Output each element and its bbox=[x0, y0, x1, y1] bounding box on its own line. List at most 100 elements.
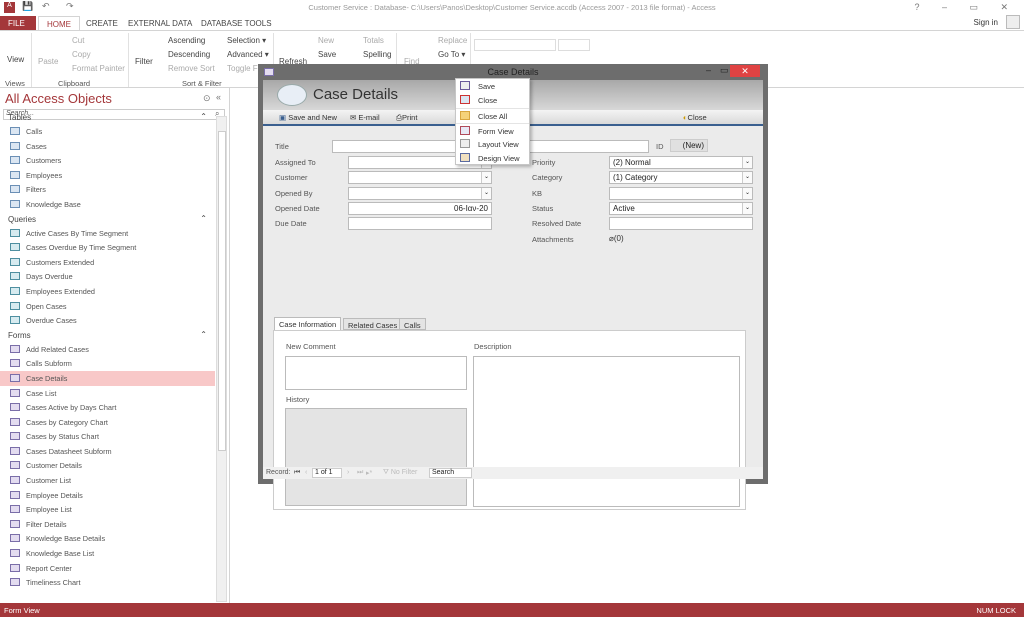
selection-button[interactable]: Selection ▾ bbox=[227, 36, 266, 45]
nav-item[interactable]: Employees Extended bbox=[0, 284, 215, 299]
tab-file[interactable]: FILE bbox=[0, 16, 36, 30]
prev-record-icon[interactable]: ‹ bbox=[305, 469, 307, 476]
user-avatar-icon[interactable] bbox=[1006, 15, 1020, 29]
font-name-select[interactable] bbox=[474, 39, 556, 51]
nav-item[interactable]: Employees bbox=[0, 168, 215, 183]
close-form-button[interactable]: ◐Close bbox=[683, 113, 707, 122]
opened-date-input[interactable]: 06-Ιαν-20 bbox=[348, 202, 492, 215]
nav-item[interactable]: Customer Details bbox=[0, 458, 215, 473]
nav-item[interactable]: Knowledge Base Details bbox=[0, 531, 215, 546]
nav-item[interactable]: Cases by Category Chart bbox=[0, 415, 215, 430]
save-and-new-button[interactable]: ▣ Save and New bbox=[279, 113, 337, 122]
replace-button[interactable]: Replace bbox=[438, 36, 467, 45]
tab-related-cases[interactable]: Related Cases bbox=[343, 318, 403, 330]
nav-item[interactable]: Knowledge Base bbox=[0, 197, 215, 212]
collapse-section-icon[interactable]: ⌃ bbox=[200, 112, 207, 121]
next-record-icon[interactable]: › bbox=[347, 469, 349, 476]
descending-button[interactable]: Descending bbox=[168, 50, 210, 59]
resolved-date-input[interactable] bbox=[609, 217, 753, 230]
nav-item[interactable]: Cases by Status Chart bbox=[0, 429, 215, 444]
customer-select[interactable]: ⌄ bbox=[348, 171, 492, 184]
nav-item[interactable]: Filters bbox=[0, 182, 215, 197]
nav-item[interactable]: Report Center bbox=[0, 561, 215, 576]
nav-item[interactable]: Cases bbox=[0, 139, 215, 154]
nav-item[interactable]: Timeliness Chart bbox=[0, 575, 215, 590]
totals-button[interactable]: Totals bbox=[363, 36, 384, 45]
due-date-input[interactable] bbox=[348, 217, 492, 230]
chevron-down-icon[interactable]: ⌄ bbox=[481, 172, 491, 183]
chevron-down-icon[interactable]: ⌄ bbox=[742, 203, 752, 214]
close-window-button[interactable]: ✕ bbox=[730, 65, 760, 77]
collapse-pane-icon[interactable]: « bbox=[216, 92, 221, 102]
tab-calls[interactable]: Calls bbox=[399, 318, 426, 330]
record-position-input[interactable]: 1 of 1 bbox=[312, 468, 342, 478]
tab-create[interactable]: CREATE bbox=[78, 16, 126, 30]
format-painter-button[interactable]: Format Painter bbox=[72, 64, 125, 73]
nav-item[interactable]: Customers bbox=[0, 153, 215, 168]
new-record-icon[interactable]: ▸* bbox=[366, 469, 372, 477]
collapse-section-icon[interactable]: ⌃ bbox=[200, 214, 207, 223]
tab-case-information[interactable]: Case Information bbox=[274, 317, 342, 330]
no-filter-button[interactable]: ⛛ No Filter bbox=[383, 469, 417, 477]
nav-section-queries[interactable]: Queries ⌃ bbox=[0, 212, 215, 226]
nav-item[interactable]: Filter Details bbox=[0, 517, 215, 532]
nav-item[interactable]: Cases Overdue By Time Segment bbox=[0, 240, 215, 255]
nav-section-forms[interactable]: Forms ⌃ bbox=[0, 328, 215, 342]
nav-item[interactable]: Active Cases By Time Segment bbox=[0, 226, 215, 241]
nav-item[interactable]: Calls Subform bbox=[0, 356, 215, 371]
nav-section-reports[interactable]: Reports⌃ bbox=[0, 590, 215, 591]
remove-sort-button[interactable]: Remove Sort bbox=[168, 64, 215, 73]
nav-item[interactable]: Open Cases bbox=[0, 299, 215, 314]
menu-item-close-all[interactable]: Close All bbox=[456, 108, 529, 122]
new-record-button[interactable]: New bbox=[318, 36, 334, 45]
nav-item[interactable]: Knowledge Base List bbox=[0, 546, 215, 561]
menu-item-form-view[interactable]: Form View bbox=[456, 123, 529, 137]
record-search-input[interactable]: Search bbox=[429, 468, 472, 478]
copy-button[interactable]: Copy bbox=[72, 50, 91, 59]
save-record-button[interactable]: Save bbox=[318, 50, 336, 59]
print-button[interactable]: ⎙Print bbox=[396, 113, 417, 123]
priority-select[interactable]: (2) Normal ⌄ bbox=[609, 156, 753, 169]
chevron-down-icon[interactable]: ⌄ bbox=[481, 188, 491, 199]
tab-database-tools[interactable]: DATABASE TOOLS bbox=[193, 16, 280, 30]
attachments-button[interactable]: ⌀(0) bbox=[609, 234, 624, 243]
first-record-icon[interactable]: ⏮ bbox=[294, 469, 300, 477]
minimize-icon[interactable]: – bbox=[706, 65, 711, 75]
chevron-down-icon[interactable]: ⌄ bbox=[742, 172, 752, 183]
kb-select[interactable]: ⌄ bbox=[609, 187, 753, 200]
menu-item-design-view[interactable]: Design View bbox=[456, 151, 529, 165]
maximize-icon[interactable]: ▭ bbox=[720, 65, 729, 76]
collapse-section-icon[interactable]: ⌃ bbox=[200, 330, 207, 339]
chevron-down-icon[interactable]: ⌄ bbox=[742, 157, 752, 168]
new-comment-input[interactable] bbox=[285, 356, 467, 390]
view-button[interactable]: View bbox=[7, 55, 24, 64]
sign-in-link[interactable]: Sign in bbox=[974, 18, 998, 27]
tab-home[interactable]: HOME bbox=[38, 16, 80, 30]
menu-item-close[interactable]: Close bbox=[456, 93, 529, 107]
nav-item[interactable]: Case Details bbox=[0, 370, 215, 386]
description-input[interactable] bbox=[473, 356, 740, 507]
nav-item[interactable]: Customers Extended bbox=[0, 255, 215, 270]
nav-item[interactable]: Add Related Cases bbox=[0, 342, 215, 357]
toggle-filter-button[interactable]: Toggle Fi bbox=[227, 64, 259, 73]
status-select[interactable]: Active ⌄ bbox=[609, 202, 753, 215]
nav-item[interactable]: Overdue Cases bbox=[0, 313, 215, 328]
spelling-button[interactable]: Spelling bbox=[363, 50, 391, 59]
nav-section-tables[interactable]: Tables ⌃ bbox=[0, 110, 215, 124]
nav-item[interactable]: Calls bbox=[0, 124, 215, 139]
font-size-select[interactable] bbox=[558, 39, 590, 51]
nav-item[interactable]: Employee List bbox=[0, 502, 215, 517]
paste-button[interactable]: Paste bbox=[38, 57, 58, 66]
goto-button[interactable]: Go To ▾ bbox=[438, 50, 465, 59]
menu-item-save[interactable]: Save bbox=[456, 79, 529, 93]
ascending-button[interactable]: Ascending bbox=[168, 36, 205, 45]
scrollbar-thumb[interactable] bbox=[218, 131, 226, 451]
nav-item[interactable]: Case List bbox=[0, 386, 215, 401]
filter-button[interactable]: Filter bbox=[135, 57, 153, 66]
nav-item[interactable]: Employee Details bbox=[0, 488, 215, 503]
opened-by-select[interactable]: ⌄ bbox=[348, 187, 492, 200]
nav-options-icon[interactable]: ⊙ bbox=[203, 93, 211, 104]
window-controls[interactable]: ? – ▭ ✕ bbox=[914, 2, 1018, 13]
advanced-button[interactable]: Advanced ▾ bbox=[227, 50, 269, 59]
nav-scrollbar[interactable] bbox=[216, 116, 227, 602]
